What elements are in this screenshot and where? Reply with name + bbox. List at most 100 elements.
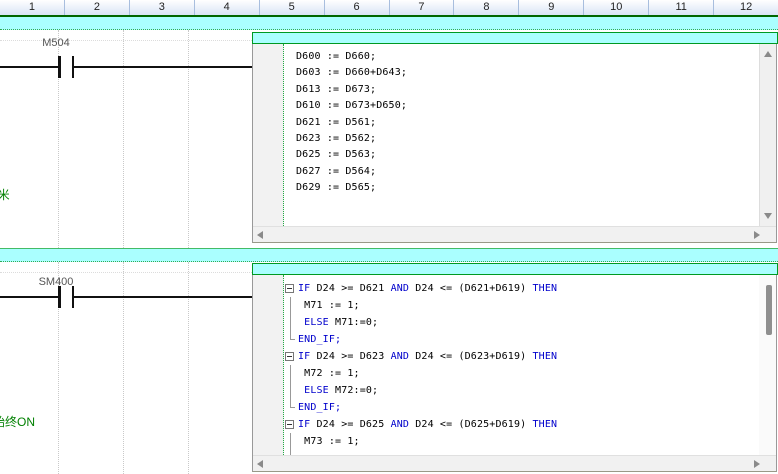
code-line[interactable]: 1IF D24 >= D621 AND D24 <= (D621+D619) T… [253,280,759,297]
contact-sm400[interactable] [58,286,61,308]
st-code-text: M73 := 1; [298,433,360,450]
collapse-minus-icon[interactable] [285,284,294,293]
st-code-text: D613 := D673; [296,82,376,98]
column-header-cell: 4 [195,0,260,15]
contact-m504[interactable] [58,56,61,78]
code-line[interactable]: 6D623 := D562; [253,131,759,147]
column-header-cell: 12 [714,0,778,15]
st-keyword: AND [391,280,416,297]
code-line[interactable]: 2 M71 := 1; [253,297,759,314]
st-keyword: THEN [533,416,558,433]
rung-wire [74,296,253,298]
st-code-text: D627 := D564; [296,164,376,180]
contact-label-m504: M504 [28,37,84,49]
column-header-cell: 9 [519,0,584,15]
grid-line [123,30,124,248]
tree-indent [284,180,296,196]
column-header-cell: 5 [260,0,325,15]
st-code-text: D610 := D673+D650; [296,98,407,114]
st-keyword: AND [391,416,416,433]
scroll-right-icon[interactable] [754,231,760,239]
tree-indent [284,49,296,65]
st-box2-code-area[interactable]: 1IF D24 >= D621 AND D24 <= (D621+D619) T… [253,275,759,455]
st-keyword: THEN [533,280,558,297]
column-header-cell: 6 [325,0,390,15]
rung-wire [0,296,59,298]
collapse-control[interactable] [284,280,298,297]
code-line[interactable]: 8D627 := D564; [253,164,759,180]
st-code-text: D24 <= (D621+D619) [415,280,532,297]
scroll-left-icon[interactable] [257,460,263,468]
horizontal-scrollbar[interactable] [253,455,776,471]
rung-wire [74,66,253,68]
st-code-text: D621 := D561; [296,115,376,131]
rung-separator-band-2 [0,248,778,262]
st-code-text: D623 := D562; [296,131,376,147]
tree-indent [284,365,298,382]
st-code-text: M72 := 1; [298,365,360,382]
scroll-right-icon[interactable] [754,460,760,468]
code-line[interactable]: 3 ELSE M71:=0; [253,314,759,331]
tree-indent [284,115,296,131]
st-code-text: D24 >= D623 [317,348,391,365]
st-code-text: D603 := D660+D643; [296,65,407,81]
code-line[interactable]: 7 ELSE M72:=0; [253,382,759,399]
code-line[interactable]: 5IF D24 >= D623 AND D24 <= (D623+D619) T… [253,348,759,365]
st-code-text: M71 := 1; [298,297,360,314]
code-line[interactable]: 3D613 := D673; [253,82,759,98]
column-header-cell: 7 [390,0,455,15]
st-code-text: D24 <= (D625+D619) [415,416,532,433]
st-keyword: AND [391,348,416,365]
code-line[interactable]: 9D629 := D565; [253,180,759,196]
scrollbar-thumb[interactable] [766,285,772,335]
vertical-scrollbar[interactable] [759,275,776,455]
st-code-text: D625 := D563; [296,147,376,163]
st-keyword: END_IF; [298,331,341,348]
collapse-minus-icon[interactable] [285,420,294,429]
code-line[interactable]: 6 M72 := 1; [253,365,759,382]
column-header-cell: 3 [130,0,195,15]
code-line[interactable]: 4D610 := D673+D650; [253,98,759,114]
code-line[interactable]: 9IF D24 >= D625 AND D24 <= (D625+D619) T… [253,416,759,433]
code-line[interactable]: 7D625 := D563; [253,147,759,163]
collapse-control[interactable] [284,416,298,433]
code-line[interactable]: 1D600 := D660; [253,49,759,65]
st-code-text: D600 := D660; [296,49,376,65]
device-comment: 始终ON [0,413,35,430]
tree-indent [284,433,298,450]
scroll-down-icon[interactable] [764,213,772,219]
st-keyword: IF [298,348,317,365]
grid-line [188,262,189,474]
scroll-up-icon[interactable] [764,51,772,57]
column-header-cell: 1 [0,0,65,15]
device-comment: 4米 [0,186,10,203]
ladder-editor: 123456789101112 M504 4米 SM400 始终ON 1D600… [0,0,778,474]
column-header-cell: 10 [584,0,649,15]
st-box1-code-area[interactable]: 1D600 := D660;2D603 := D660+D643;3D613 :… [253,44,759,226]
code-line[interactable]: 4END_IF; [253,331,759,348]
collapse-minus-icon[interactable] [285,352,294,361]
tree-indent [284,297,298,314]
st-code-text: D629 := D565; [296,180,376,196]
tree-indent [284,98,296,114]
collapse-control[interactable] [284,348,298,365]
tree-indent [284,382,298,399]
st-box1-title-bar[interactable] [252,32,778,44]
code-line[interactable]: 2D603 := D660+D643; [253,65,759,81]
horizontal-scrollbar[interactable] [253,226,776,242]
column-header-cell: 8 [454,0,519,15]
scroll-left-icon[interactable] [257,231,263,239]
code-line[interactable]: 8END_IF; [253,399,759,416]
st-code-text: D24 <= (D623+D619) [415,348,532,365]
tree-indent [284,82,296,98]
st-keyword: THEN [533,348,558,365]
st-keyword: ELSE [304,382,329,399]
code-line[interactable]: 10 M73 := 1; [253,433,759,450]
vertical-scrollbar[interactable] [759,44,776,226]
rung-separator-band-1 [0,17,778,30]
st-box2-title-bar[interactable] [252,263,778,275]
tree-indent [284,314,298,331]
st-box2: 1IF D24 >= D621 AND D24 <= (D621+D619) T… [252,275,777,472]
tree-indent [284,131,296,147]
code-line[interactable]: 5D621 := D561; [253,115,759,131]
